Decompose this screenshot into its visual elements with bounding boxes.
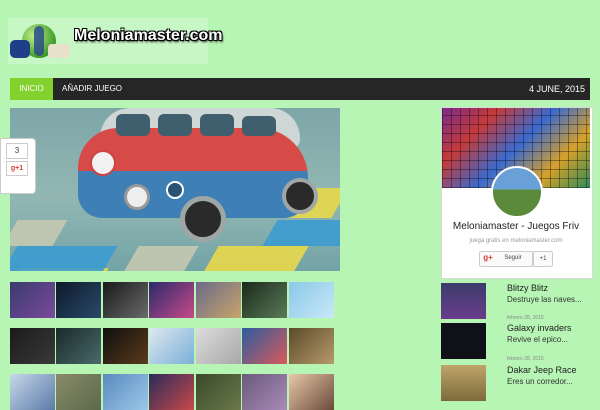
recent-game-thumb[interactable]	[441, 283, 486, 319]
game-thumbnail[interactable]	[242, 374, 287, 410]
recent-game-title[interactable]: Blitzy Blitz	[507, 283, 548, 293]
mascot-figure-icon	[48, 44, 70, 58]
game-thumbnail[interactable]	[10, 282, 55, 318]
game-thumbnail[interactable]	[56, 374, 101, 410]
gplus-icon: g+	[483, 253, 493, 262]
van-window	[158, 114, 192, 136]
game-thumbnail[interactable]	[103, 328, 148, 364]
avatar[interactable]	[491, 166, 543, 218]
recent-game-desc: Eres un corredor...	[507, 377, 573, 386]
game-thumbnail[interactable]	[56, 282, 101, 318]
nav-item-anadir-juego[interactable]: AÑADIR JUEGO	[62, 78, 122, 100]
game-thumbnail[interactable]	[196, 328, 241, 364]
widget-title[interactable]: Meloniamaster - Juegos Friv	[442, 221, 590, 232]
van-wheel	[180, 196, 226, 242]
van-headlight	[124, 184, 150, 210]
game-thumbnail[interactable]	[196, 282, 241, 318]
recent-game-desc: Destruye las naves...	[507, 295, 582, 304]
recent-game-title[interactable]: Galaxy invaders	[507, 323, 572, 333]
nav-item-inicio[interactable]: INICIO	[10, 78, 53, 100]
recent-game-date: febrero 28, 2015	[507, 315, 544, 321]
recent-game-date: febrero 28, 2015	[507, 356, 544, 362]
game-thumbnail[interactable]	[242, 328, 287, 364]
current-date: 4 JUNE, 2015	[528, 84, 585, 94]
loading-spinner-icon	[166, 181, 184, 199]
game-thumbnail[interactable]	[103, 282, 148, 318]
game-thumbnail[interactable]	[289, 328, 334, 364]
van-window	[200, 114, 234, 136]
widget-subtitle: juega gratis en meloniamaster.com	[469, 238, 563, 244]
game-thumbnail[interactable]	[103, 374, 148, 410]
recent-game-desc: Revive el epico...	[507, 335, 568, 344]
van-window	[242, 116, 276, 136]
logo-text[interactable]: Meloniamaster.com	[74, 27, 223, 45]
game-thumbnail[interactable]	[149, 328, 194, 364]
follow-label: Seguir	[504, 255, 522, 261]
mascot-figure-icon	[10, 40, 30, 58]
van-wheel	[282, 178, 318, 214]
game-thumbnail[interactable]	[56, 328, 101, 364]
share-count: 3	[6, 143, 28, 159]
plus-one-button[interactable]: +1	[533, 251, 553, 267]
game-thumbnail[interactable]	[10, 374, 55, 410]
van-logo-icon	[90, 150, 116, 176]
van-window	[116, 114, 150, 136]
gplus-share-button[interactable]: g+1	[6, 161, 28, 176]
recent-game-thumb[interactable]	[441, 323, 486, 359]
game-thumbnail[interactable]	[149, 282, 194, 318]
recent-game-title[interactable]: Dakar Jeep Race	[507, 365, 577, 375]
game-thumbnail[interactable]	[289, 282, 334, 318]
game-thumbnail[interactable]	[242, 282, 287, 318]
game-thumbnail[interactable]	[10, 328, 55, 364]
recent-game-thumb[interactable]	[441, 365, 486, 401]
game-thumbnail[interactable]	[196, 374, 241, 410]
globe-band	[34, 26, 44, 56]
game-thumbnail[interactable]	[149, 374, 194, 410]
game-thumbnail[interactable]	[289, 374, 334, 410]
